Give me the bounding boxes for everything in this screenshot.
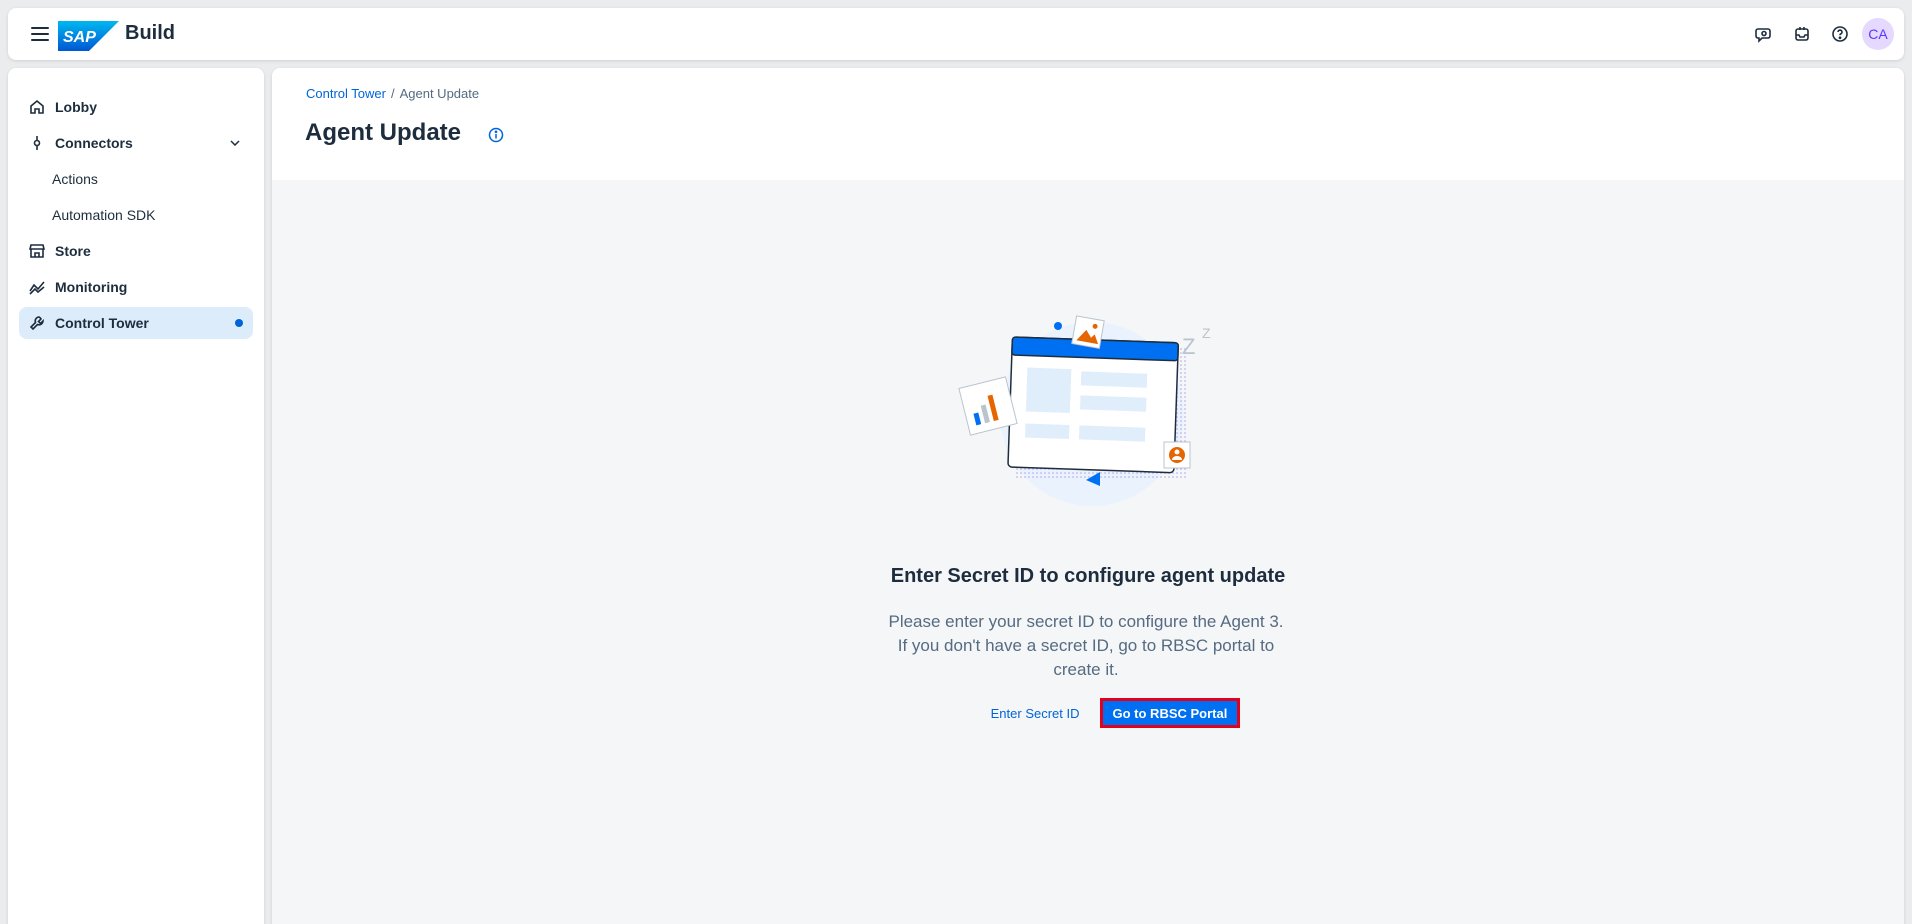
empty-state-illustration: Z Z — [952, 304, 1232, 524]
breadcrumb-link-control-tower[interactable]: Control Tower — [306, 86, 386, 101]
sidebar-item-connectors[interactable]: Connectors — [19, 127, 253, 159]
breadcrumb-separator: / — [390, 86, 395, 101]
sidebar-item-store[interactable]: Store — [19, 235, 253, 267]
sidebar-item-label: Connectors — [55, 135, 133, 151]
inbox-icon[interactable] — [1786, 18, 1818, 50]
sidebar-item-label: Monitoring — [55, 279, 128, 295]
svg-text:Z: Z — [1182, 334, 1195, 359]
sidebar-item-actions[interactable]: Actions — [19, 163, 253, 195]
sidebar-item-lobby[interactable]: Lobby — [19, 91, 253, 123]
sidebar-item-label: Control Tower — [55, 315, 149, 331]
shell-bar: SAP Build CA — [8, 8, 1904, 60]
sap-logo-text: SAP — [63, 29, 96, 46]
help-icon[interactable] — [1824, 18, 1856, 50]
wrench-icon — [29, 315, 45, 331]
page-header: Control Tower / Agent Update Agent Updat… — [272, 68, 1904, 180]
sap-logo[interactable]: SAP — [58, 21, 119, 51]
joule-icon[interactable] — [1748, 18, 1780, 50]
page-title: Agent Update — [305, 119, 461, 146]
empty-state: Z Z Enter Secret ID to configure agent u… — [272, 180, 1904, 924]
sidebar-item-label: Store — [55, 243, 91, 259]
shell-actions: CA — [1748, 18, 1894, 50]
enter-secret-id-button[interactable]: Enter Secret ID — [983, 699, 1088, 727]
product-title: Build — [125, 22, 175, 44]
empty-state-actions: Enter Secret ID Go to RBSC Portal — [272, 698, 1904, 728]
sidebar-item-monitoring[interactable]: Monitoring — [19, 271, 253, 303]
empty-state-description: Please enter your secret ID to configure… — [888, 612, 1284, 679]
sidebar-item-automation-sdk[interactable]: Automation SDK — [19, 199, 253, 231]
sidebar-item-label: Actions — [52, 171, 98, 187]
line-chart-icon — [29, 279, 45, 295]
main-content: Control Tower / Agent Update Agent Updat… — [272, 68, 1904, 924]
breadcrumb: Control Tower / Agent Update — [306, 86, 479, 101]
avatar[interactable]: CA — [1862, 18, 1894, 50]
home-icon — [29, 99, 45, 115]
side-navigation: Lobby Connectors Actions Automation SDK … — [8, 68, 264, 924]
selected-indicator — [235, 319, 243, 327]
sidebar-item-control-tower[interactable]: Control Tower — [19, 307, 253, 339]
sidebar-item-label: Automation SDK — [52, 207, 156, 223]
store-icon — [29, 243, 45, 259]
sidebar-item-label: Lobby — [55, 99, 97, 115]
go-to-rbsc-portal-button[interactable]: Go to RBSC Portal — [1099, 698, 1241, 728]
breadcrumb-current: Agent Update — [399, 86, 480, 101]
menu-icon[interactable] — [28, 22, 52, 46]
empty-state-title: Enter Secret ID to configure agent updat… — [890, 565, 1286, 587]
info-icon[interactable] — [484, 123, 508, 147]
connector-icon — [29, 135, 45, 151]
chevron-down-icon[interactable] — [227, 135, 243, 151]
svg-text:Z: Z — [1202, 325, 1211, 341]
